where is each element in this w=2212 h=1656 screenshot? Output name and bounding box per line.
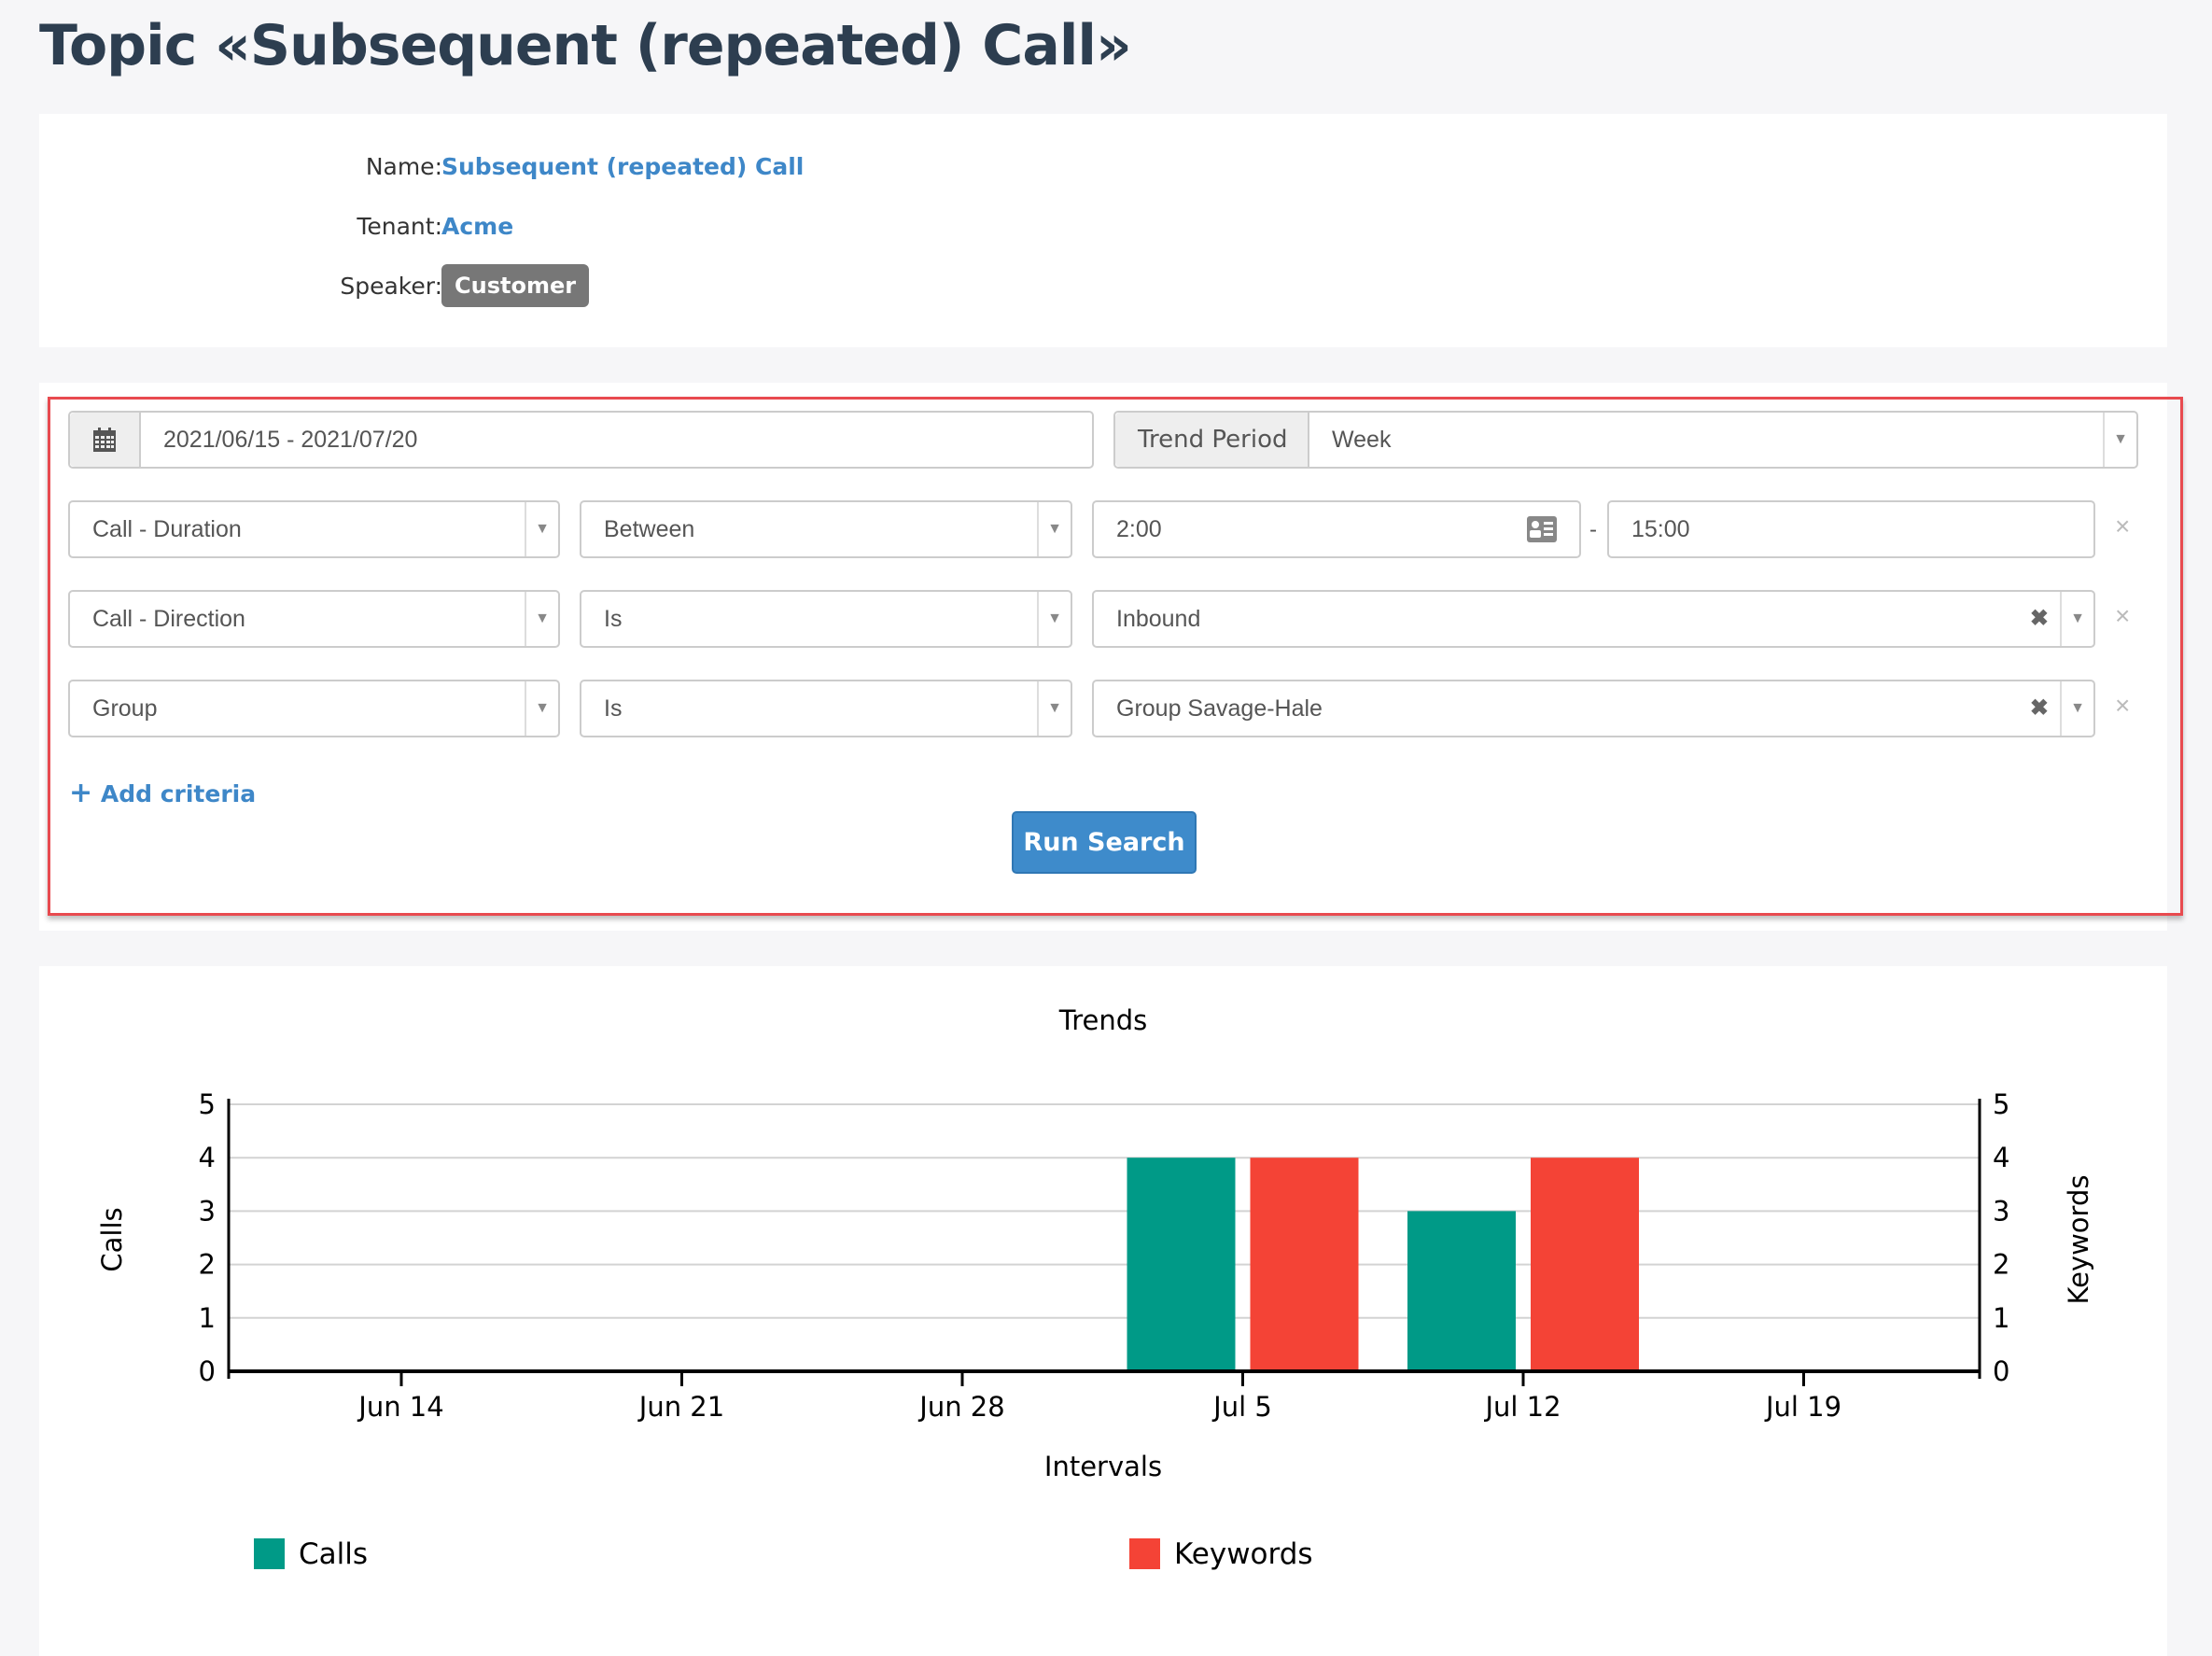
- criteria-1-field-select[interactable]: Call - Duration ▼: [68, 500, 560, 558]
- remove-criteria-1-icon[interactable]: ×: [2115, 512, 2130, 541]
- add-criteria-label: Add criteria: [100, 780, 257, 807]
- criteria-2-operator-select[interactable]: Is ▼: [580, 590, 1072, 648]
- trend-period-addon: Trend Period: [1115, 413, 1309, 467]
- trends-chart-card: Trends Calls Keywords Intervals 0 0 1 1 2 2 3 3…: [39, 966, 2167, 1656]
- trend-period-select[interactable]: Trend Period Week ▼: [1113, 411, 2138, 469]
- x-axis-label: Intervals: [1044, 1451, 1162, 1482]
- criteria-3-field-value: Group: [92, 695, 158, 722]
- y2-tick-label: 4: [1993, 1142, 2009, 1173]
- chevron-down-icon[interactable]: ▼: [2103, 413, 2136, 467]
- legend-label-calls[interactable]: Calls: [299, 1537, 368, 1571]
- date-range-input[interactable]: 2021/06/15 - 2021/07/20: [68, 411, 1094, 469]
- x-tick-label: Jun 28: [917, 1391, 1004, 1423]
- chevron-down-icon[interactable]: ▼: [525, 592, 558, 646]
- add-criteria-link[interactable]: + Add criteria: [69, 777, 256, 809]
- bar-keywords-jul-5[interactable]: [1250, 1158, 1359, 1371]
- criteria-3-value: Group Savage-Hale: [1116, 695, 1323, 722]
- clear-icon[interactable]: ✖: [2030, 592, 2049, 646]
- duration-picker-icon[interactable]: [1527, 516, 1557, 542]
- x-tick-label: Jul 5: [1211, 1391, 1272, 1423]
- speaker-badge: Customer: [441, 264, 590, 307]
- criteria-3-operator-value: Is: [604, 695, 623, 722]
- duration-to-input[interactable]: 15:00: [1607, 500, 2095, 558]
- legend-swatch-keywords[interactable]: [1129, 1538, 1160, 1569]
- legend-swatch-calls[interactable]: [254, 1538, 285, 1569]
- remove-criteria-2-icon[interactable]: ×: [2115, 601, 2130, 631]
- y-tick-label: 1: [199, 1302, 216, 1334]
- name-link[interactable]: Subsequent (repeated) Call: [441, 153, 804, 180]
- duration-to-value: 15:00: [1631, 516, 1690, 542]
- x-tick-label: Jun 21: [637, 1391, 724, 1423]
- y2-tick-label: 5: [1993, 1088, 2009, 1120]
- chart-title: Trends: [1058, 1004, 1147, 1036]
- trends-chart: Trends Calls Keywords Intervals 0 0 1 1 2 2 3 3…: [96, 1004, 2094, 1571]
- tenant-link[interactable]: Acme: [441, 213, 513, 240]
- chevron-down-icon[interactable]: ▼: [2060, 681, 2093, 736]
- criteria-2-value: Inbound: [1116, 606, 1201, 632]
- x-tick-label: Jul 19: [1764, 1391, 1841, 1423]
- criteria-3-value-select[interactable]: Group Savage-Hale ✖ ▼: [1092, 680, 2095, 737]
- name-label: Name:: [365, 153, 442, 180]
- x-tick-label: Jun 14: [357, 1391, 443, 1423]
- y-tick-label: 5: [199, 1088, 216, 1120]
- legend-label-keywords[interactable]: Keywords: [1174, 1537, 1313, 1571]
- y2-tick-label: 3: [1993, 1195, 2009, 1227]
- criteria-2-field-select[interactable]: Call - Direction ▼: [68, 590, 560, 648]
- criteria-2-field-value: Call - Direction: [92, 606, 245, 632]
- duration-from-input[interactable]: 2:00: [1092, 500, 1581, 558]
- chevron-down-icon[interactable]: ▼: [2060, 592, 2093, 646]
- criteria-2-value-select[interactable]: Inbound ✖ ▼: [1092, 590, 2095, 648]
- bar-keywords-jul-12[interactable]: [1531, 1158, 1639, 1371]
- y-axis-label: Calls: [96, 1207, 128, 1271]
- speaker-label: Speaker:: [340, 273, 442, 300]
- range-separator: -: [1589, 517, 1597, 542]
- y-tick-label: 4: [199, 1142, 216, 1173]
- y2-tick-label: 0: [1993, 1355, 2009, 1387]
- calendar-icon: [93, 428, 116, 452]
- trend-period-label: Trend Period: [1138, 426, 1288, 454]
- y2-tick-label: 1: [1993, 1302, 2009, 1334]
- x-tick-label: Jul 12: [1483, 1391, 1561, 1423]
- remove-criteria-3-icon[interactable]: ×: [2115, 691, 2130, 721]
- criteria-3-operator-select[interactable]: Is ▼: [580, 680, 1072, 737]
- page-title: Topic «Subsequent (repeated) Call»: [39, 13, 1132, 78]
- y-tick-label: 2: [199, 1249, 216, 1281]
- date-addon[interactable]: [70, 413, 141, 467]
- chevron-down-icon[interactable]: ▼: [1037, 592, 1071, 646]
- criteria-3-field-select[interactable]: Group ▼: [68, 680, 560, 737]
- plus-icon: +: [69, 777, 93, 809]
- topic-info-card: Name: Subsequent (repeated) Call Tenant:…: [39, 114, 2167, 347]
- criteria-1-field-value: Call - Duration: [92, 516, 242, 542]
- date-range-value: 2021/06/15 - 2021/07/20: [163, 427, 418, 453]
- criteria-2-operator-value: Is: [604, 606, 623, 632]
- run-search-button[interactable]: Run Search: [1012, 811, 1197, 874]
- bar-calls-jul-5[interactable]: [1127, 1158, 1236, 1371]
- bar-calls-jul-12[interactable]: [1407, 1211, 1516, 1371]
- chevron-down-icon[interactable]: ▼: [525, 681, 558, 736]
- trend-period-value: Week: [1332, 427, 1392, 453]
- y-tick-label: 0: [199, 1355, 216, 1387]
- chevron-down-icon[interactable]: ▼: [525, 502, 558, 556]
- criteria-1-operator-select[interactable]: Between ▼: [580, 500, 1072, 558]
- y-tick-label: 3: [199, 1195, 216, 1227]
- chevron-down-icon[interactable]: ▼: [1037, 502, 1071, 556]
- tenant-label: Tenant:: [357, 213, 442, 240]
- duration-from-value: 2:00: [1116, 516, 1162, 542]
- clear-icon[interactable]: ✖: [2030, 681, 2049, 736]
- y2-axis-label: Keywords: [2063, 1175, 2094, 1305]
- y2-tick-label: 2: [1993, 1249, 2009, 1281]
- criteria-1-operator-value: Between: [604, 516, 695, 542]
- chevron-down-icon[interactable]: ▼: [1037, 681, 1071, 736]
